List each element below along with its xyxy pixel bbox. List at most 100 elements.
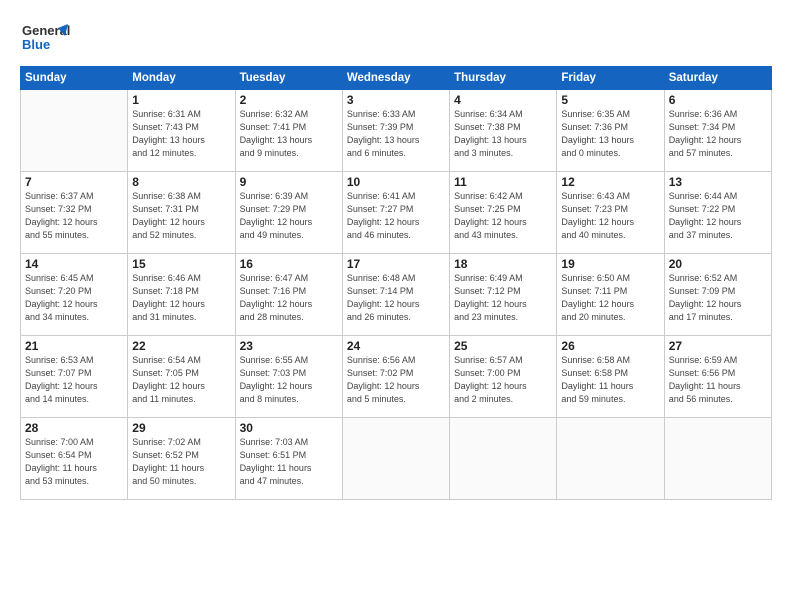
day-number: 12 [561,175,659,189]
day-cell: 24Sunrise: 6:56 AMSunset: 7:02 PMDayligh… [342,336,449,418]
weekday-saturday: Saturday [664,67,771,90]
day-cell: 27Sunrise: 6:59 AMSunset: 6:56 PMDayligh… [664,336,771,418]
day-info: Sunrise: 6:32 AMSunset: 7:41 PMDaylight:… [240,108,338,160]
day-number: 27 [669,339,767,353]
day-cell: 25Sunrise: 6:57 AMSunset: 7:00 PMDayligh… [450,336,557,418]
day-number: 28 [25,421,123,435]
calendar: SundayMondayTuesdayWednesdayThursdayFrid… [20,66,772,500]
day-info: Sunrise: 6:58 AMSunset: 6:58 PMDaylight:… [561,354,659,406]
day-info: Sunrise: 6:59 AMSunset: 6:56 PMDaylight:… [669,354,767,406]
day-number: 4 [454,93,552,107]
week-row-1: 1Sunrise: 6:31 AMSunset: 7:43 PMDaylight… [21,90,772,172]
day-number: 29 [132,421,230,435]
weekday-monday: Monday [128,67,235,90]
day-info: Sunrise: 6:47 AMSunset: 7:16 PMDaylight:… [240,272,338,324]
day-info: Sunrise: 6:36 AMSunset: 7:34 PMDaylight:… [669,108,767,160]
day-cell: 13Sunrise: 6:44 AMSunset: 7:22 PMDayligh… [664,172,771,254]
page: GeneralBlue SundayMondayTuesdayWednesday… [0,0,792,612]
weekday-header-row: SundayMondayTuesdayWednesdayThursdayFrid… [21,67,772,90]
day-number: 5 [561,93,659,107]
day-info: Sunrise: 6:52 AMSunset: 7:09 PMDaylight:… [669,272,767,324]
day-cell: 19Sunrise: 6:50 AMSunset: 7:11 PMDayligh… [557,254,664,336]
day-cell: 15Sunrise: 6:46 AMSunset: 7:18 PMDayligh… [128,254,235,336]
logo: GeneralBlue [20,18,70,56]
day-number: 14 [25,257,123,271]
day-info: Sunrise: 6:35 AMSunset: 7:36 PMDaylight:… [561,108,659,160]
day-cell: 22Sunrise: 6:54 AMSunset: 7:05 PMDayligh… [128,336,235,418]
day-cell: 16Sunrise: 6:47 AMSunset: 7:16 PMDayligh… [235,254,342,336]
day-info: Sunrise: 7:02 AMSunset: 6:52 PMDaylight:… [132,436,230,488]
day-info: Sunrise: 6:42 AMSunset: 7:25 PMDaylight:… [454,190,552,242]
day-cell: 2Sunrise: 6:32 AMSunset: 7:41 PMDaylight… [235,90,342,172]
day-number: 11 [454,175,552,189]
day-info: Sunrise: 6:43 AMSunset: 7:23 PMDaylight:… [561,190,659,242]
day-info: Sunrise: 6:50 AMSunset: 7:11 PMDaylight:… [561,272,659,324]
day-cell: 1Sunrise: 6:31 AMSunset: 7:43 PMDaylight… [128,90,235,172]
day-cell: 30Sunrise: 7:03 AMSunset: 6:51 PMDayligh… [235,418,342,500]
day-number: 3 [347,93,445,107]
day-info: Sunrise: 6:39 AMSunset: 7:29 PMDaylight:… [240,190,338,242]
day-info: Sunrise: 6:33 AMSunset: 7:39 PMDaylight:… [347,108,445,160]
day-number: 26 [561,339,659,353]
day-info: Sunrise: 6:34 AMSunset: 7:38 PMDaylight:… [454,108,552,160]
day-cell: 17Sunrise: 6:48 AMSunset: 7:14 PMDayligh… [342,254,449,336]
weekday-friday: Friday [557,67,664,90]
day-number: 17 [347,257,445,271]
week-row-3: 14Sunrise: 6:45 AMSunset: 7:20 PMDayligh… [21,254,772,336]
day-info: Sunrise: 6:57 AMSunset: 7:00 PMDaylight:… [454,354,552,406]
day-cell: 9Sunrise: 6:39 AMSunset: 7:29 PMDaylight… [235,172,342,254]
day-number: 13 [669,175,767,189]
day-cell: 4Sunrise: 6:34 AMSunset: 7:38 PMDaylight… [450,90,557,172]
day-cell: 8Sunrise: 6:38 AMSunset: 7:31 PMDaylight… [128,172,235,254]
day-cell: 20Sunrise: 6:52 AMSunset: 7:09 PMDayligh… [664,254,771,336]
day-info: Sunrise: 7:03 AMSunset: 6:51 PMDaylight:… [240,436,338,488]
day-number: 19 [561,257,659,271]
day-info: Sunrise: 6:55 AMSunset: 7:03 PMDaylight:… [240,354,338,406]
day-cell: 5Sunrise: 6:35 AMSunset: 7:36 PMDaylight… [557,90,664,172]
day-cell: 6Sunrise: 6:36 AMSunset: 7:34 PMDaylight… [664,90,771,172]
weekday-sunday: Sunday [21,67,128,90]
week-row-4: 21Sunrise: 6:53 AMSunset: 7:07 PMDayligh… [21,336,772,418]
day-number: 21 [25,339,123,353]
day-info: Sunrise: 6:49 AMSunset: 7:12 PMDaylight:… [454,272,552,324]
weekday-wednesday: Wednesday [342,67,449,90]
week-row-5: 28Sunrise: 7:00 AMSunset: 6:54 PMDayligh… [21,418,772,500]
day-cell [342,418,449,500]
day-number: 16 [240,257,338,271]
day-number: 2 [240,93,338,107]
day-number: 8 [132,175,230,189]
day-number: 20 [669,257,767,271]
day-info: Sunrise: 6:56 AMSunset: 7:02 PMDaylight:… [347,354,445,406]
day-cell [21,90,128,172]
day-number: 22 [132,339,230,353]
svg-text:Blue: Blue [22,37,50,52]
day-cell [450,418,557,500]
week-row-2: 7Sunrise: 6:37 AMSunset: 7:32 PMDaylight… [21,172,772,254]
day-info: Sunrise: 6:46 AMSunset: 7:18 PMDaylight:… [132,272,230,324]
day-info: Sunrise: 6:54 AMSunset: 7:05 PMDaylight:… [132,354,230,406]
day-number: 15 [132,257,230,271]
day-cell: 7Sunrise: 6:37 AMSunset: 7:32 PMDaylight… [21,172,128,254]
day-cell: 3Sunrise: 6:33 AMSunset: 7:39 PMDaylight… [342,90,449,172]
day-cell: 18Sunrise: 6:49 AMSunset: 7:12 PMDayligh… [450,254,557,336]
day-number: 7 [25,175,123,189]
day-info: Sunrise: 6:45 AMSunset: 7:20 PMDaylight:… [25,272,123,324]
day-info: Sunrise: 6:31 AMSunset: 7:43 PMDaylight:… [132,108,230,160]
day-number: 18 [454,257,552,271]
day-cell: 23Sunrise: 6:55 AMSunset: 7:03 PMDayligh… [235,336,342,418]
day-info: Sunrise: 6:37 AMSunset: 7:32 PMDaylight:… [25,190,123,242]
day-info: Sunrise: 7:00 AMSunset: 6:54 PMDaylight:… [25,436,123,488]
day-cell: 26Sunrise: 6:58 AMSunset: 6:58 PMDayligh… [557,336,664,418]
day-number: 6 [669,93,767,107]
day-number: 10 [347,175,445,189]
day-number: 9 [240,175,338,189]
day-number: 23 [240,339,338,353]
day-cell: 21Sunrise: 6:53 AMSunset: 7:07 PMDayligh… [21,336,128,418]
day-info: Sunrise: 6:41 AMSunset: 7:27 PMDaylight:… [347,190,445,242]
header: GeneralBlue [20,18,772,56]
day-cell: 28Sunrise: 7:00 AMSunset: 6:54 PMDayligh… [21,418,128,500]
weekday-thursday: Thursday [450,67,557,90]
day-number: 30 [240,421,338,435]
day-cell: 29Sunrise: 7:02 AMSunset: 6:52 PMDayligh… [128,418,235,500]
day-cell: 12Sunrise: 6:43 AMSunset: 7:23 PMDayligh… [557,172,664,254]
